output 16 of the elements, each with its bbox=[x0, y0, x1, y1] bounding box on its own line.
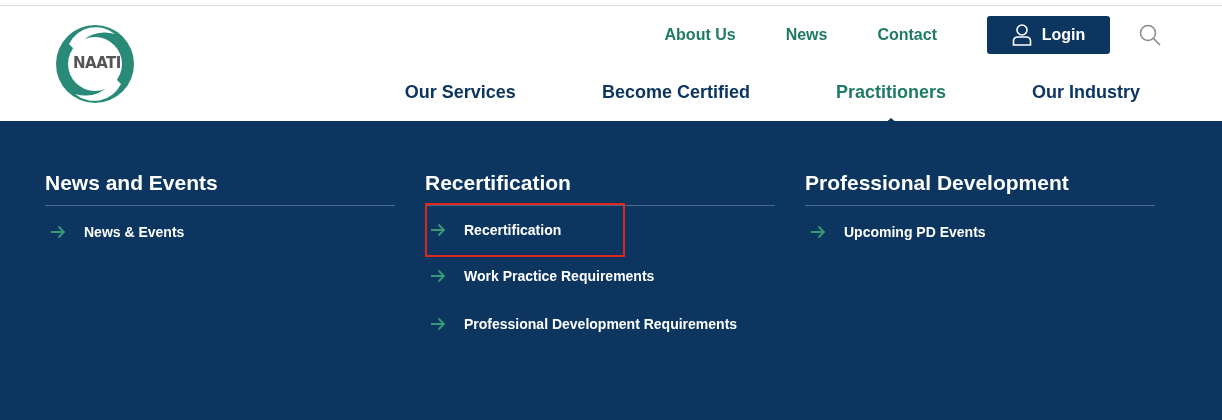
main-nav-item[interactable]: Become Certified bbox=[601, 82, 750, 103]
main-nav-item[interactable]: Our Services bbox=[404, 82, 516, 103]
menu-heading: News and Events bbox=[45, 171, 395, 206]
menu-link[interactable]: Upcoming PD Events bbox=[805, 212, 994, 252]
top-nav-link[interactable]: News bbox=[785, 26, 828, 44]
top-nav-link[interactable]: About Us bbox=[664, 26, 736, 44]
logo-text: NAATI bbox=[73, 54, 121, 72]
top-nav-link[interactable]: Contact bbox=[877, 26, 937, 44]
menu-link[interactable]: Work Practice Requirements bbox=[425, 256, 663, 296]
menu-heading: Professional Development bbox=[805, 171, 1155, 206]
main-nav-item[interactable]: Our Industry bbox=[1032, 82, 1140, 103]
menu-link[interactable]: Professional Development Requirements bbox=[425, 304, 746, 344]
menu-heading: Recertification bbox=[425, 171, 775, 206]
menu-link[interactable]: News & Events bbox=[45, 212, 193, 252]
login-button[interactable]: Login bbox=[987, 16, 1110, 54]
menu-link[interactable]: Recertification bbox=[425, 203, 625, 257]
